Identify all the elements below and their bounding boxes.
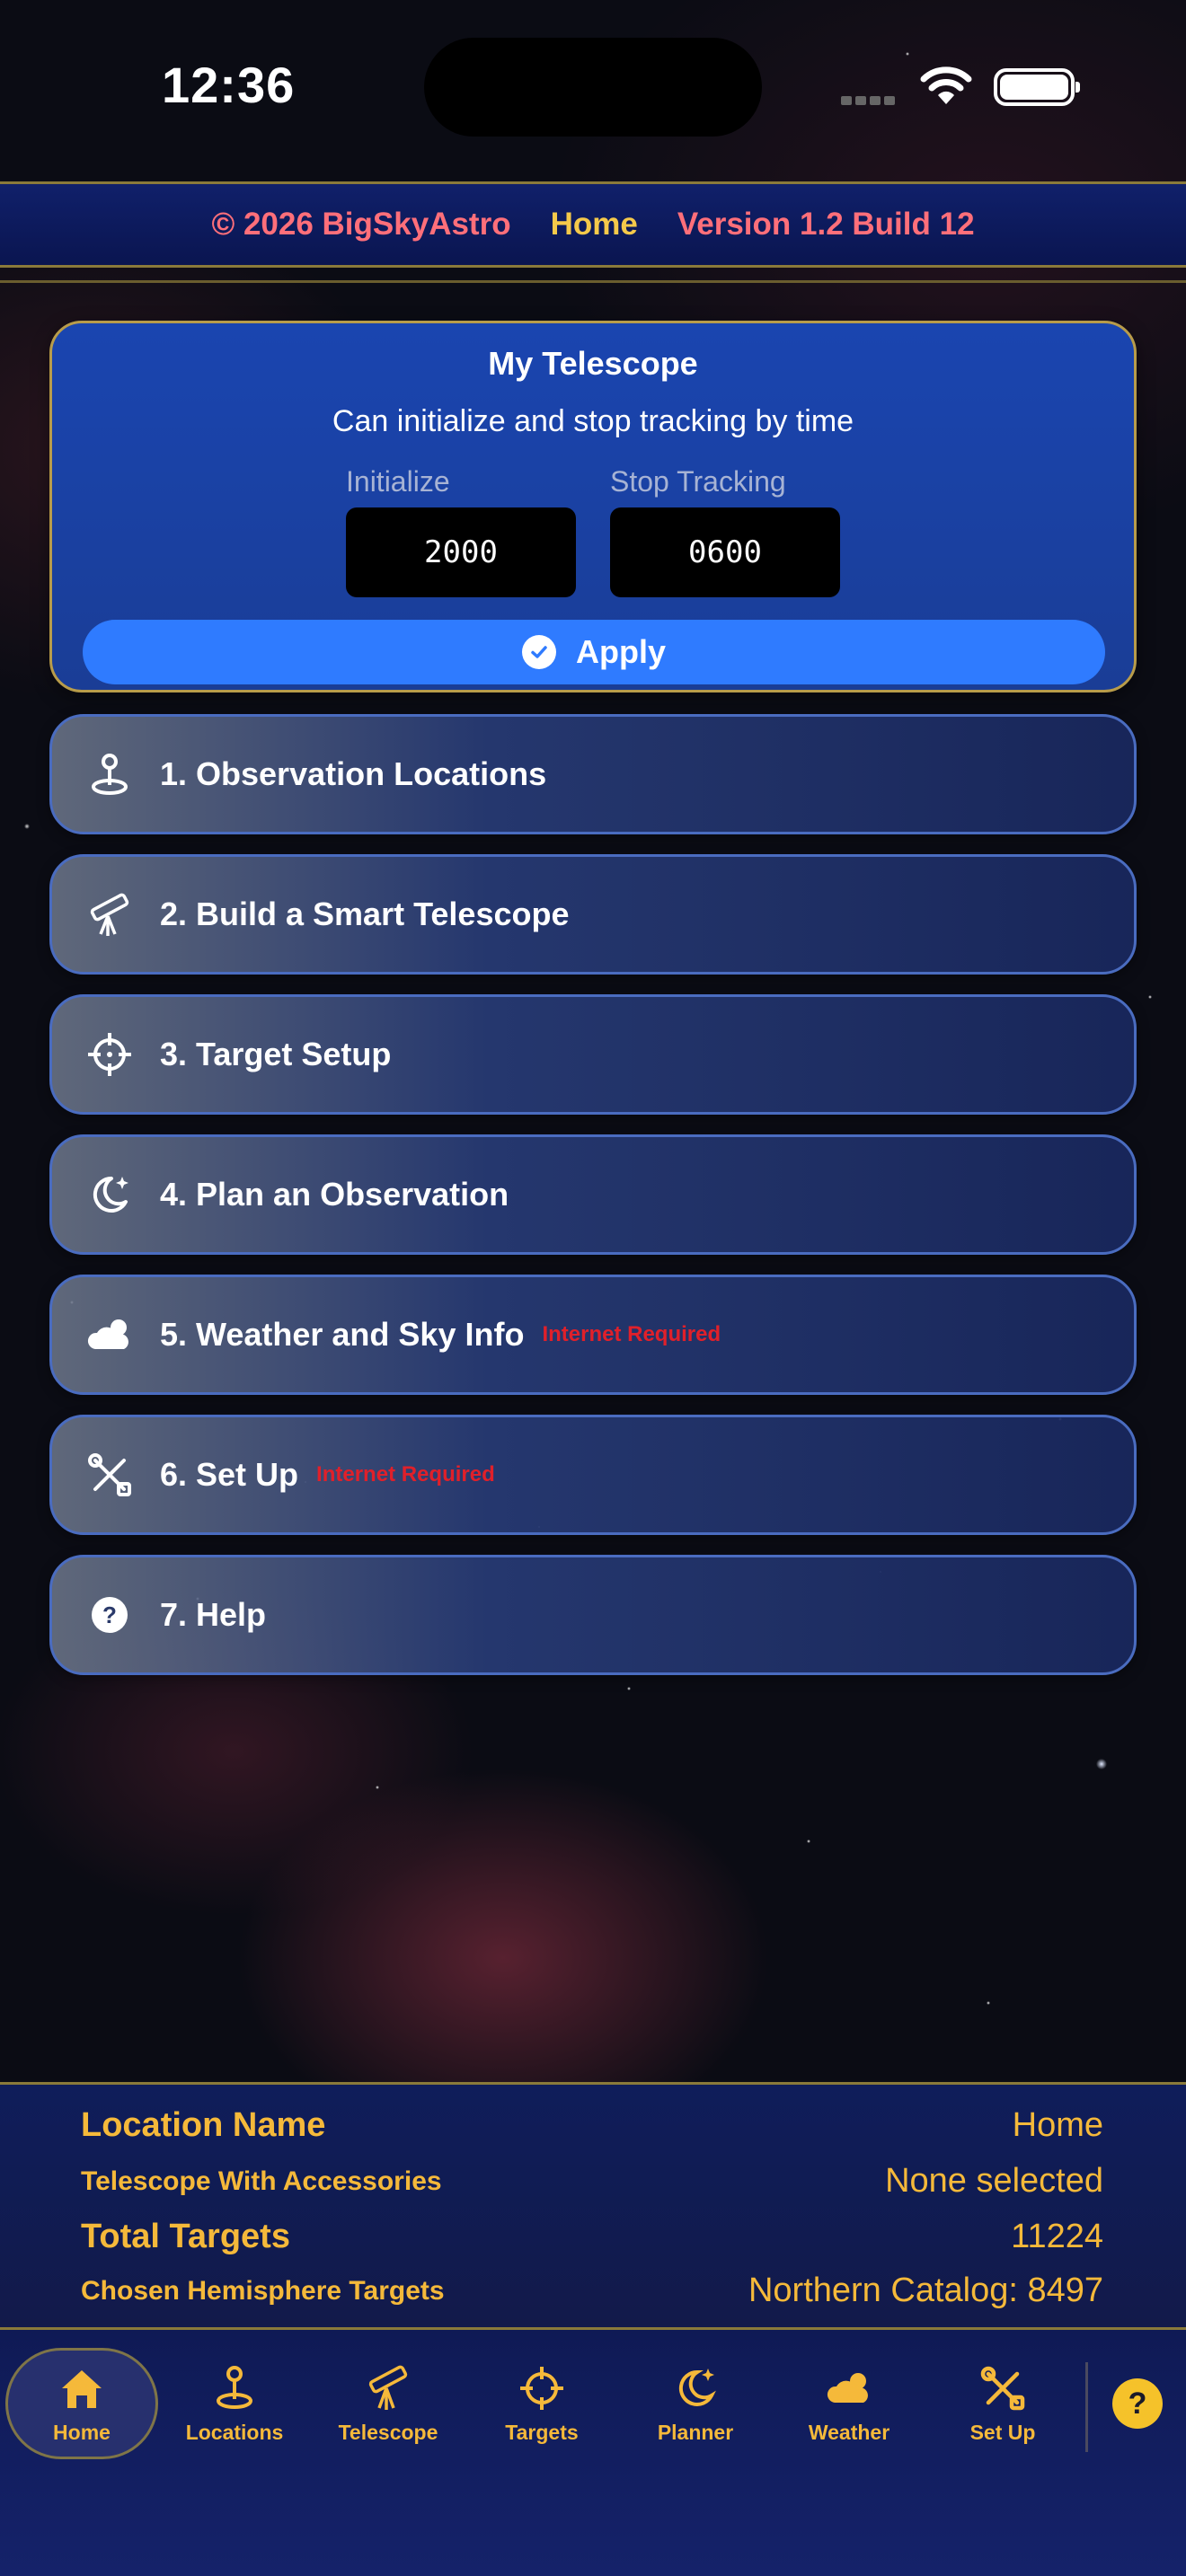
battery-icon <box>994 68 1080 106</box>
menu-item-plan-observation[interactable]: 4. Plan an Observation <box>49 1134 1137 1255</box>
crosshair-icon <box>84 1029 135 1080</box>
version-text: Version 1.2 Build 12 <box>677 207 975 242</box>
tab-set-up[interactable]: Set Up <box>926 2348 1079 2459</box>
tab-weather[interactable]: Weather <box>773 2348 925 2459</box>
location-pin-icon <box>217 2365 252 2409</box>
stop-tracking-time-field[interactable]: 0600 <box>610 507 840 597</box>
internet-required-note: Internet Required <box>316 1462 495 1486</box>
dynamic-island <box>424 38 762 137</box>
apply-button[interactable]: Apply <box>83 620 1105 684</box>
tab-label: Home <box>53 2420 111 2444</box>
help-button[interactable]: ? <box>1112 2378 1163 2429</box>
telescope-card-title: My Telescope <box>488 345 698 382</box>
current-page-label: Home <box>550 207 638 242</box>
tab-label: Planner <box>657 2420 734 2444</box>
tab-label: Locations <box>185 2420 284 2444</box>
stop-tracking-label: Stop Tracking <box>610 465 786 498</box>
crosshair-icon <box>520 2366 563 2410</box>
telescope-icon <box>368 2365 408 2410</box>
telescope-accessories-label: Telescope With Accessories <box>81 2166 442 2196</box>
menu-item-label: 4. Plan an Observation <box>160 1176 509 1213</box>
menu-item-label: 6. Set Up <box>160 1456 299 1493</box>
apply-label: Apply <box>575 633 666 670</box>
svg-text:?: ? <box>102 1601 117 1628</box>
wifi-icon <box>920 65 972 108</box>
initialize-time-field[interactable]: 2000 <box>346 507 576 597</box>
home-icon <box>62 2369 102 2408</box>
location-name-label: Location Name <box>81 2106 326 2144</box>
menu-item-target-setup[interactable]: 3. Target Setup <box>49 994 1137 1115</box>
menu-item-label: 7. Help <box>160 1596 267 1633</box>
moon-stars-icon <box>84 1169 135 1220</box>
header-divider <box>0 280 1186 283</box>
menu-item-observation-locations[interactable]: 1. Observation Locations <box>49 714 1137 834</box>
telescope-card-subtitle: Can initialize and stop tracking by time <box>332 404 854 438</box>
tools-icon <box>84 1450 135 1500</box>
moon-stars-icon <box>678 2368 716 2406</box>
location-name-value: Home <box>1012 2106 1103 2144</box>
help-icon: ? <box>84 1590 135 1640</box>
tab-label: Set Up <box>969 2420 1036 2444</box>
total-targets-value: 11224 <box>1011 2218 1103 2255</box>
location-pin-icon <box>84 749 135 799</box>
tab-targets[interactable]: Targets <box>465 2348 618 2459</box>
app-header: © 2026 BigSkyAstro Home Version 1.2 Buil… <box>0 181 1186 268</box>
menu-item-build-telescope[interactable]: 2. Build a Smart Telescope <box>49 854 1137 975</box>
tab-label: Weather <box>808 2420 890 2444</box>
telescope-card: My Telescope Can initialize and stop tra… <box>49 321 1137 693</box>
checkmark-circle-icon <box>521 635 556 669</box>
tab-divider <box>1085 2362 1088 2452</box>
status-time: 12:36 <box>162 57 296 113</box>
cloud-sun-icon <box>84 1310 135 1360</box>
tab-telescope[interactable]: Telescope <box>312 2348 465 2459</box>
menu-item-weather[interactable]: 5. Weather and Sky Info Internet Require… <box>49 1275 1137 1395</box>
menu-item-label: 1. Observation Locations <box>160 755 547 792</box>
menu-item-label: 5. Weather and Sky Info <box>160 1316 525 1353</box>
tab-label: Targets <box>505 2420 579 2444</box>
telescope-icon <box>84 889 135 940</box>
tools-icon <box>980 2366 1025 2410</box>
tab-bar: Home Locations Telescope Targets Planner… <box>0 2330 1186 2576</box>
hemisphere-targets-label: Chosen Hemisphere Targets <box>81 2275 445 2306</box>
tab-planner[interactable]: Planner <box>619 2348 772 2459</box>
copyright-text: © 2026 BigSkyAstro <box>211 207 511 242</box>
cloud-sun-icon <box>827 2372 868 2403</box>
tab-label: Telescope <box>338 2420 438 2444</box>
menu-item-label: 3. Target Setup <box>160 1036 392 1072</box>
menu-item-help[interactable]: ? 7. Help <box>49 1555 1137 1675</box>
cellular-signal-icon <box>841 93 904 105</box>
menu-item-set-up[interactable]: 6. Set Up Internet Required <box>49 1415 1137 1535</box>
telescope-accessories-value: None selected <box>885 2162 1103 2200</box>
tab-locations[interactable]: Locations <box>158 2348 311 2459</box>
total-targets-label: Total Targets <box>81 2218 290 2255</box>
hemisphere-targets-value: Northern Catalog: 8497 <box>748 2272 1103 2309</box>
tab-home[interactable]: Home <box>5 2348 158 2459</box>
menu-item-label: 2. Build a Smart Telescope <box>160 895 570 932</box>
info-panel: Location Name Home Telescope With Access… <box>0 2082 1186 2330</box>
initialize-label: Initialize <box>346 465 450 498</box>
internet-required-note: Internet Required <box>542 1322 721 1346</box>
